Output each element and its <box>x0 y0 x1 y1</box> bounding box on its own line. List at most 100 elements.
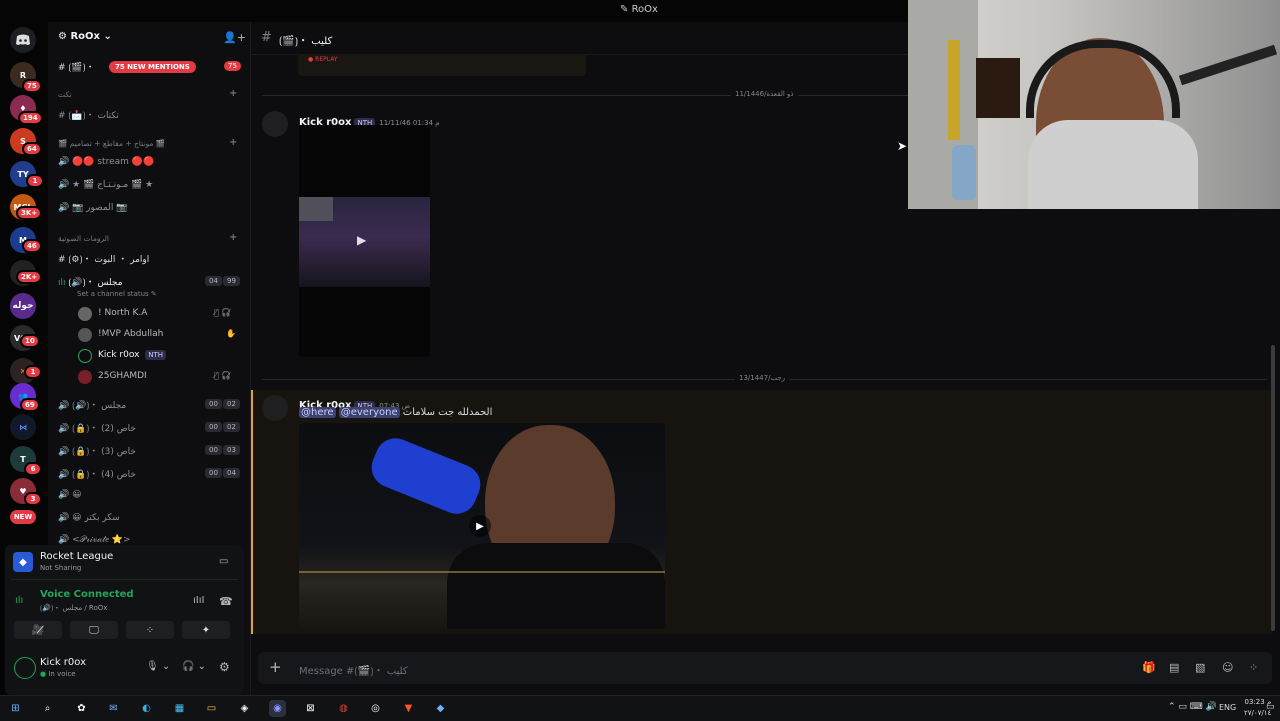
server-badge: 46 <box>22 239 42 253</box>
add-attachment-icon[interactable]: + <box>269 658 282 676</box>
settings-gear-icon[interactable]: ⚙ <box>219 660 230 674</box>
system-tray-icons[interactable]: ⌃ ▭ ⌨ 🔊 <box>1168 702 1217 712</box>
windows-start-icon[interactable]: ⊞ <box>7 700 24 717</box>
avatar[interactable] <box>78 307 92 321</box>
taskbar: ⊞ ⌕ ✿ ✉ ◐ ▦ ▭ ◈ ◉ ⊠ ◍ ◎ ▼ ◆ ⌃ ▭ ⌨ 🔊 ENG … <box>0 695 1280 721</box>
notifications-icon[interactable]: ▭ <box>1266 702 1275 712</box>
new-servers-indicator[interactable]: NEW <box>10 510 36 524</box>
voice-channel[interactable]: 🔊 ⟮🔒⟯・ خاص (2) <box>58 421 136 434</box>
copilot-icon[interactable]: ✿ <box>73 700 90 717</box>
invite-icon[interactable]: 👤+ <box>223 31 246 44</box>
voice-channel-stream[interactable]: 🔊 🔴🔴 stream 🔴🔴 <box>58 157 154 167</box>
obs-icon[interactable]: ◎ <box>367 700 384 717</box>
outlook-icon[interactable]: ✉ <box>105 700 122 717</box>
apps-icon[interactable]: ⁘ <box>1249 661 1258 674</box>
activity-name: Rocket League <box>40 551 114 562</box>
user-count: 00 <box>205 468 222 478</box>
camera-off-button[interactable]: 🎥̸ <box>14 621 62 639</box>
voice-channel[interactable]: 🔊 ⟮🔒⟯・ خاص (3) <box>58 444 136 457</box>
add-channel-icon[interactable]: + <box>229 137 237 148</box>
voice-channel[interactable]: 🔊 <𝒫𝓇𝒾𝓋𝒶𝓉𝑒 ⭐> <box>58 535 131 545</box>
play-icon[interactable]: ▶ <box>357 233 366 247</box>
user-panel: ◆ Rocket League Not Sharing ▭ ılı Voice … <box>5 545 244 695</box>
video-attachment[interactable]: ▶ <box>299 423 665 629</box>
store-icon[interactable]: ▦ <box>171 700 188 717</box>
emoji-icon[interactable]: ☺ <box>1222 661 1233 674</box>
voice-channel-path[interactable]: ⟮🔊⟯・ مجلس / RoOx <box>40 603 107 613</box>
muted-deafened-icon: 🎙̸ 🎧̸ <box>214 371 232 380</box>
channel-title: ⟮🎬⟯・ كليب <box>279 36 333 47</box>
voice-channel[interactable]: 🔊 ⟮🔒⟯・ خاص (4) <box>58 467 136 480</box>
user-status: ● In voice <box>40 670 76 678</box>
voice-member[interactable]: ! North K.A <box>98 308 147 318</box>
voice-channel-photographer[interactable]: 🔊 📷 المصور 📷 <box>58 203 128 213</box>
voice-channel[interactable]: 🔊 😀 <box>58 490 81 500</box>
message-text: الحمدلله جت سلامات <box>402 407 493 418</box>
voice-connected-label[interactable]: Voice Connected <box>40 589 134 600</box>
app-icon[interactable]: ◈ <box>236 700 253 717</box>
xbox-icon[interactable]: ⊠ <box>302 700 319 717</box>
server-badge: 10 <box>20 334 40 348</box>
soundboard-button[interactable]: ✦ <box>182 621 230 639</box>
add-channel-icon[interactable]: + <box>229 232 237 243</box>
channel-ticket[interactable]: # ⟮📩⟯・ تكتات <box>58 108 119 121</box>
webcam-headset <box>1026 40 1180 118</box>
disconnect-icon[interactable]: ☎ <box>219 595 233 608</box>
category-montage[interactable]: 🎬 مونتاج + مقاطع + تصاميم 🎬 <box>58 139 165 148</box>
server-icon[interactable]: جوله <box>10 293 36 319</box>
sticker-icon[interactable]: ▧ <box>1195 661 1205 674</box>
category-ticket[interactable]: تكت <box>58 90 72 99</box>
brave-icon[interactable]: ▼ <box>400 700 417 717</box>
gif-icon[interactable]: ▤ <box>1169 661 1179 674</box>
window-title: ✎ RoOx <box>620 4 658 15</box>
rocket-league-icon: ◆ <box>13 552 33 572</box>
video-attachment[interactable]: ▶ <box>299 125 430 357</box>
avatar-speaking[interactable] <box>78 349 92 363</box>
webcam-person-shirt <box>1028 120 1198 209</box>
voice-channel-majlis-active[interactable]: ılı ⟮🔊⟯・ مجلس <box>58 275 123 288</box>
discord-home-icon[interactable] <box>10 27 36 53</box>
new-mentions-pill[interactable]: 75 NEW MENTIONS <box>109 61 196 73</box>
file-explorer-icon[interactable]: ▭ <box>203 700 220 717</box>
voice-member[interactable]: Kick r0ox NTH <box>98 350 167 360</box>
author-avatar[interactable] <box>262 395 288 421</box>
channel-top[interactable]: # ⟮🎬⟯・ <box>58 60 95 73</box>
mention-here[interactable]: @here <box>299 407 336 418</box>
chat-scrollbar[interactable] <box>1271 345 1275 631</box>
voice-channel[interactable]: 🔊 ⟮🔊⟯・ مجلس <box>58 398 126 411</box>
voice-channel[interactable]: 🔊 😀 سكر بكتر <box>58 513 120 523</box>
discord-taskbar-icon[interactable]: ◉ <box>269 700 286 717</box>
avatar[interactable] <box>78 328 92 342</box>
voice-channel-montage[interactable]: 🔊 ★ 🎬 مـونـتـاج 🎬 ★ <box>58 180 153 190</box>
voice-member[interactable]: 25GHAMDI <box>98 371 147 381</box>
noise-suppression-icon[interactable]: ıIıI <box>193 595 204 606</box>
set-channel-status[interactable]: Set a channel status ✎ <box>77 290 157 298</box>
server-badge: 3 <box>24 492 42 506</box>
video-object <box>365 432 487 520</box>
headphones-icon[interactable]: 🎧 ⌄ <box>182 661 206 672</box>
rocket-league-taskbar-icon[interactable]: ◆ <box>432 700 449 717</box>
server-icon[interactable]: ⋈ <box>10 414 36 440</box>
avatar[interactable] <box>78 370 92 384</box>
language-indicator[interactable]: ENG <box>1219 703 1236 712</box>
user-avatar[interactable] <box>14 657 36 679</box>
user-name[interactable]: Kick r0ox <box>40 657 86 668</box>
microphone-icon[interactable]: 🎙 ⌄ <box>146 661 170 672</box>
previous-embed[interactable]: ● REPLAY <box>298 54 586 76</box>
server-header[interactable]: ⚙ RoOx ⌄ <box>58 31 112 42</box>
play-icon[interactable]: ▶ <box>469 515 491 537</box>
screen-share-icon[interactable]: ▭ <box>219 556 228 567</box>
chrome-icon[interactable]: ◍ <box>335 700 352 717</box>
screen-share-button[interactable]: 🖵 <box>70 621 118 639</box>
add-channel-icon[interactable]: + <box>229 88 237 99</box>
gift-icon[interactable]: 🎁 <box>1142 661 1156 674</box>
activities-button[interactable]: ⁘ <box>126 621 174 639</box>
category-voice-rooms[interactable]: الرومات الصوتية <box>58 234 109 243</box>
channel-bot-commands[interactable]: # ⟮⚙⟯・ اوامر ・ البوت <box>58 252 149 265</box>
voice-member[interactable]: !MVP Abdullah <box>98 329 163 339</box>
search-icon[interactable]: ⌕ <box>39 700 56 717</box>
author-avatar[interactable] <box>262 111 288 137</box>
edge-icon[interactable]: ◐ <box>138 700 155 717</box>
mention-everyone[interactable]: @everyone <box>338 407 400 418</box>
message-input[interactable]: Message #⟮🎬⟯・ كليب <box>299 662 408 677</box>
